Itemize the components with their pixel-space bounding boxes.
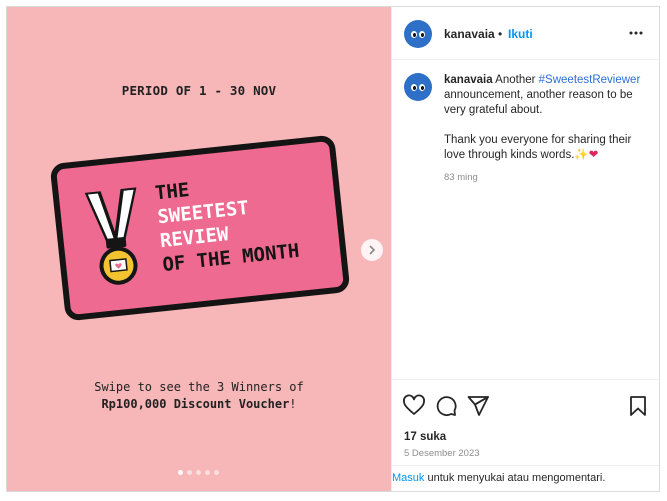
next-slide-button[interactable] — [361, 239, 383, 261]
chevron-right-icon — [369, 245, 376, 255]
swipe-line-1: Swipe to see the 3 Winners of — [94, 380, 304, 394]
header-separator: • — [498, 27, 503, 41]
caption-time: 83 ming — [444, 172, 478, 183]
carousel-dots — [178, 470, 219, 475]
carousel-dot-1[interactable] — [178, 470, 183, 475]
heart-icon[interactable] — [402, 394, 426, 418]
likes-count[interactable]: 17 suka — [404, 431, 446, 443]
follow-button[interactable]: Ikuti — [508, 27, 533, 41]
post-header: kanavaia • Ikuti — [392, 7, 659, 60]
post-date: 5 Desember 2023 — [404, 448, 480, 459]
header-username[interactable]: kanavaia — [444, 27, 495, 41]
carousel-dot-3[interactable] — [196, 470, 201, 475]
promo-card: THE SWEETEST REVIEW OF THE MONTH — [49, 134, 351, 322]
post-frame: PERIOD OF 1 - 30 NOV THE SWEETEST REVIEW… — [6, 6, 660, 492]
post-caption: kanavaia Another #SweetestReviewer annou… — [444, 73, 648, 163]
card-title: THE SWEETEST REVIEW OF THE MONTH — [154, 167, 301, 277]
swipe-line-2: Rp100,000 Discount Voucher! — [7, 396, 391, 413]
avatar-eye-icon — [419, 30, 425, 38]
avatar-eye-icon — [419, 83, 425, 91]
carousel-dot-5[interactable] — [214, 470, 219, 475]
login-text: untuk menyukai atau mengomentari. — [424, 472, 606, 484]
caption-hashtag[interactable]: #SweetestReviewer — [539, 74, 641, 86]
carousel-dot-2[interactable] — [187, 470, 192, 475]
caption-avatar[interactable] — [404, 73, 432, 101]
avatar-eye-icon — [411, 30, 417, 38]
swipe-text: Swipe to see the 3 Winners of Rp100,000 … — [7, 379, 391, 413]
medal-icon — [84, 187, 138, 285]
bookmark-icon[interactable] — [626, 394, 650, 418]
post-side-panel: kanavaia • Ikuti kanavaia Another #Sweet… — [391, 7, 659, 491]
period-text: PERIOD OF 1 - 30 NOV — [121, 83, 277, 98]
voucher-text: Rp100,000 Discount Voucher — [101, 397, 290, 411]
caption-username[interactable]: kanavaia — [444, 74, 493, 86]
caption-paragraph-2: Thank you everyone for sharing their lov… — [444, 134, 632, 161]
caption-text-2: announcement, another reason to be very … — [444, 89, 633, 116]
swipe-line-2-end: ! — [289, 397, 297, 411]
avatar-eye-icon — [411, 83, 417, 91]
caption-emojis: ✨❤ — [574, 149, 599, 161]
post-footer: Masuk untuk menyukai atau mengomentari. — [392, 465, 659, 491]
share-icon[interactable] — [466, 394, 490, 418]
promo-card-body: THE SWEETEST REVIEW OF THE MONTH — [49, 134, 351, 322]
comment-icon[interactable] — [434, 394, 458, 418]
login-link[interactable]: Masuk — [392, 472, 424, 484]
more-horizontal-icon[interactable] — [628, 25, 644, 41]
login-prompt: Masuk untuk menyukai atau mengomentari. — [392, 472, 605, 484]
post-media[interactable]: PERIOD OF 1 - 30 NOV THE SWEETEST REVIEW… — [7, 7, 391, 491]
avatar[interactable] — [404, 20, 432, 48]
carousel-dot-4[interactable] — [205, 470, 210, 475]
caption-text-1: Another — [492, 74, 539, 86]
